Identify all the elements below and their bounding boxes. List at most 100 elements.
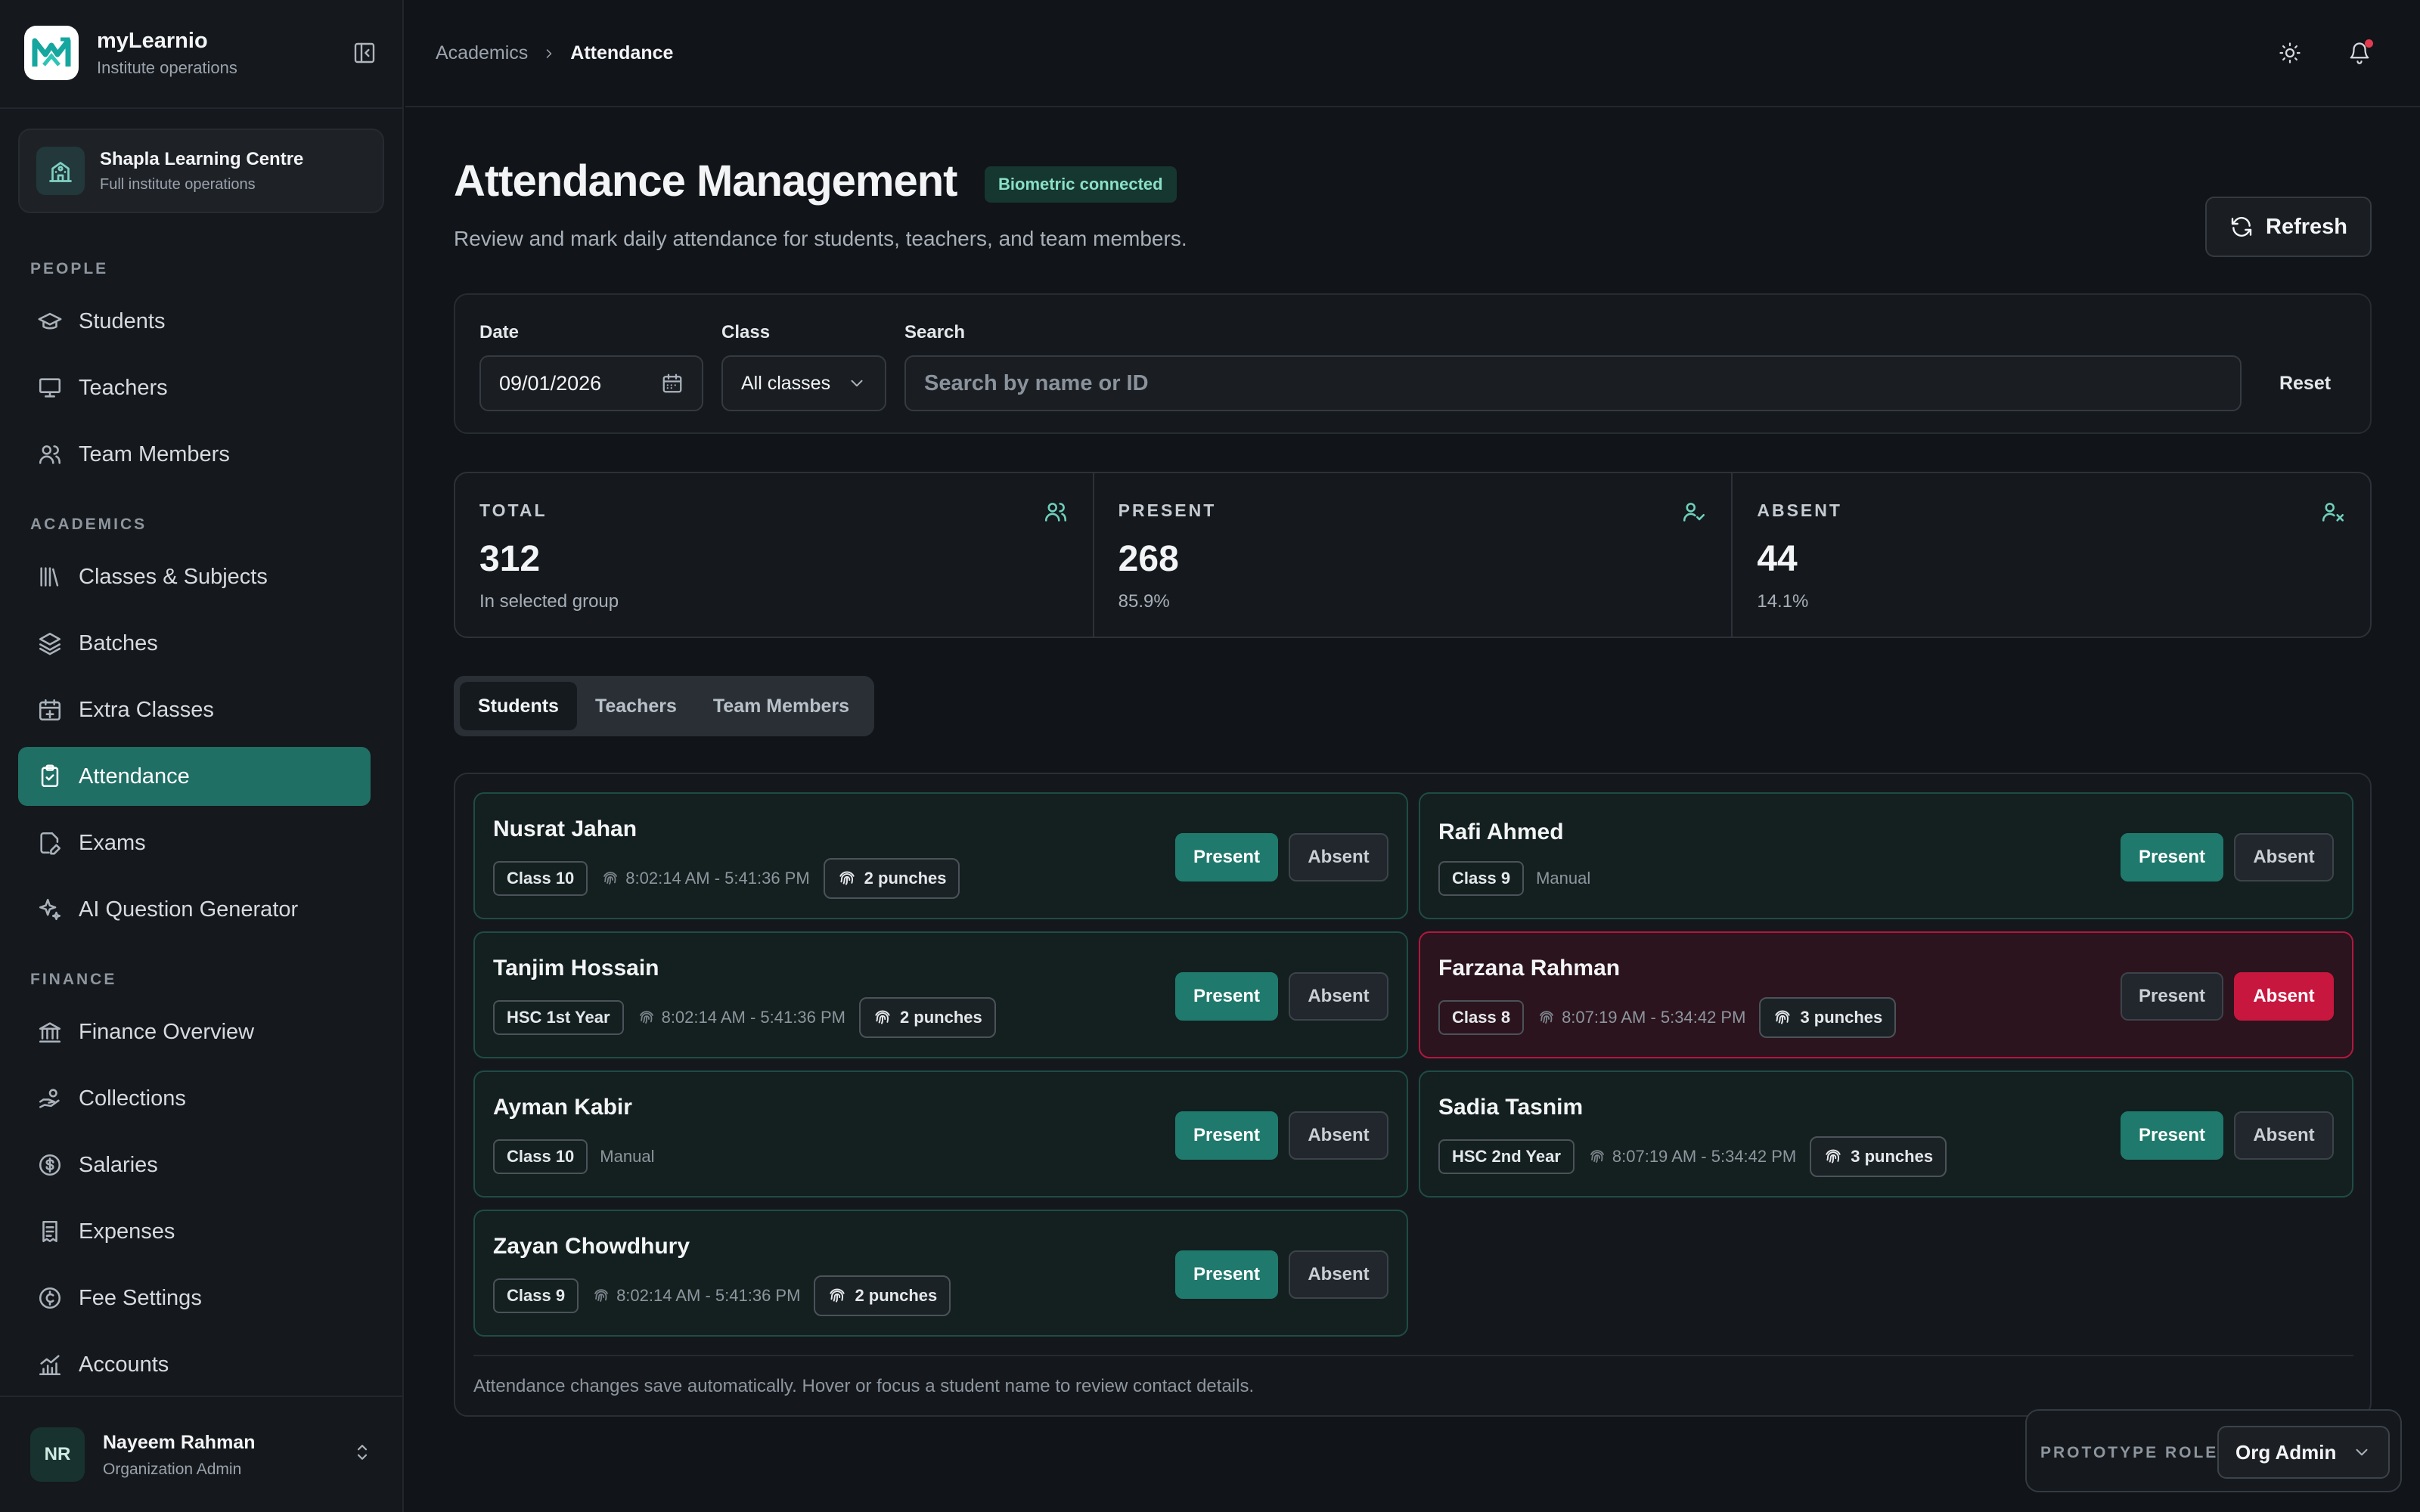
student-name[interactable]: Farzana Rahman: [1438, 956, 1620, 981]
tab-team-members[interactable]: Team Members: [695, 682, 867, 730]
sidebar-item-label: Team Members: [79, 442, 230, 466]
present-button[interactable]: Present: [1175, 1250, 1278, 1299]
sidebar-item-attendance[interactable]: Attendance: [18, 747, 371, 806]
theme-toggle-sun-icon[interactable]: [2275, 38, 2305, 68]
present-button[interactable]: Present: [1175, 833, 1278, 881]
sidebar-item-salaries[interactable]: Salaries: [18, 1136, 371, 1194]
absent-button[interactable]: Absent: [2234, 833, 2334, 881]
sidebar-item-fee-settings[interactable]: Fee Settings: [18, 1269, 371, 1328]
attendance-card: Farzana Rahman Class 8 8:07:19 AM - 5:34…: [1419, 931, 2353, 1058]
class-badge: Class 10: [493, 1139, 588, 1174]
student-name[interactable]: Nusrat Jahan: [493, 816, 637, 842]
class-select-value: All classes: [741, 372, 831, 394]
present-button[interactable]: Present: [2121, 1111, 2223, 1160]
fingerprint-icon: [839, 871, 855, 885]
status-badge: Biometric connected: [985, 166, 1177, 203]
brand-name: myLearnio: [97, 28, 208, 53]
punch-time: 8:07:19 AM - 5:34:42 PM: [1612, 1147, 1797, 1166]
fingerprint-icon: [1775, 1010, 1791, 1024]
tab-teachers[interactable]: Teachers: [577, 682, 695, 730]
badge-cent-icon: [36, 1284, 64, 1312]
punch-count-badge[interactable]: 2 punches: [858, 997, 996, 1038]
search-input[interactable]: Search by name or ID: [904, 355, 2242, 411]
search-label: Search: [904, 322, 966, 342]
student-name[interactable]: Sadia Tasnim: [1438, 1095, 1583, 1120]
present-button[interactable]: Present: [1175, 972, 1278, 1021]
attendance-card: Ayman Kabir Class 10 Manual Present Abse…: [473, 1070, 1408, 1198]
refresh-icon: [2231, 217, 2252, 237]
role-select[interactable]: Org Admin: [2217, 1426, 2390, 1479]
org-switcher[interactable]: Shapla Learning Centre Full institute op…: [18, 129, 384, 213]
sidebar-item-classes-subjects[interactable]: Classes & Subjects: [18, 547, 371, 606]
punch-count-badge[interactable]: 3 punches: [1810, 1136, 1947, 1177]
student-name[interactable]: Rafi Ahmed: [1438, 820, 1564, 845]
reset-button[interactable]: Reset: [2252, 361, 2358, 405]
present-button[interactable]: Present: [2121, 833, 2223, 881]
absent-button[interactable]: Absent: [1289, 972, 1388, 1021]
attendance-card: Tanjim Hossain HSC 1st Year 8:02:14 AM -…: [473, 931, 1408, 1058]
punch-count: 2 punches: [864, 869, 947, 888]
fingerprint-icon: [603, 872, 618, 885]
sidebar-collapse-icon[interactable]: [349, 38, 380, 68]
present-button[interactable]: Present: [2121, 972, 2223, 1021]
absent-button[interactable]: Absent: [2234, 1111, 2334, 1160]
breadcrumb-parent[interactable]: Academics: [436, 42, 528, 64]
absent-button[interactable]: Absent: [1289, 833, 1388, 881]
brand-logo-icon: [24, 26, 79, 80]
sidebar-item-label: Batches: [79, 631, 158, 655]
sidebar-item-collections[interactable]: Collections: [18, 1069, 371, 1128]
present-button[interactable]: Present: [1175, 1111, 1278, 1160]
class-badge: HSC 2nd Year: [1438, 1139, 1575, 1174]
absent-button[interactable]: Absent: [2234, 972, 2334, 1021]
attendance-card: Rafi Ahmed Class 9 Manual Present Absent: [1419, 792, 2353, 919]
student-name[interactable]: Tanjim Hossain: [493, 956, 659, 981]
stat-present: PRESENT 268 85.9%: [1094, 473, 1733, 637]
tab-students[interactable]: Students: [460, 682, 577, 730]
student-name[interactable]: Ayman Kabir: [493, 1095, 632, 1120]
school-building-icon: [36, 147, 85, 195]
student-name[interactable]: Zayan Chowdhury: [493, 1234, 690, 1259]
sidebar-item-teachers[interactable]: Teachers: [18, 358, 371, 417]
sidebar-item-students[interactable]: Students: [18, 292, 371, 351]
sidebar-item-batches[interactable]: Batches: [18, 614, 371, 673]
library-icon: [36, 563, 64, 590]
dollar-circle-icon: [36, 1151, 64, 1179]
prototype-role-switcher: PROTOTYPE ROLE Org Admin: [2025, 1409, 2402, 1492]
brand-subtitle: Institute operations: [97, 57, 237, 77]
sidebar-item-exams[interactable]: Exams: [18, 813, 371, 872]
fingerprint-icon: [830, 1288, 845, 1303]
layers-icon: [36, 630, 64, 657]
stat-note: 85.9%: [1118, 591, 1170, 612]
sidebar-item-team-members[interactable]: Team Members: [18, 425, 371, 484]
sidebar-item-accounts[interactable]: Accounts: [18, 1335, 371, 1394]
punch-count-badge[interactable]: 2 punches: [823, 858, 960, 899]
sidebar-item-expenses[interactable]: Expenses: [18, 1202, 371, 1261]
sidebar-item-extra-classes[interactable]: Extra Classes: [18, 680, 371, 739]
sidebar-item-label: Accounts: [79, 1352, 169, 1377]
punch-count-badge[interactable]: 2 punches: [814, 1275, 951, 1316]
calendar-icon[interactable]: [661, 372, 684, 395]
hand-coins-icon: [36, 1085, 64, 1112]
sidebar-item-label: Classes & Subjects: [79, 564, 268, 589]
sidebar-item-ai-question-generator[interactable]: AI Question Generator: [18, 880, 371, 939]
sidebar-divider: [0, 107, 404, 109]
attendance-card: Zayan Chowdhury Class 9 8:02:14 AM - 5:4…: [473, 1210, 1408, 1337]
punch-time: 8:02:14 AM - 5:41:36 PM: [616, 1286, 801, 1305]
user-menu[interactable]: NR Nayeem Rahman Organization Admin: [0, 1396, 404, 1512]
class-badge: Class 10: [493, 861, 588, 896]
refresh-button[interactable]: Refresh: [2205, 197, 2372, 257]
fingerprint-icon: [1540, 1011, 1553, 1024]
punch-count: 3 punches: [1800, 1008, 1883, 1027]
sidebar-item-label: Teachers: [79, 375, 168, 400]
class-select[interactable]: All classes: [721, 355, 886, 411]
punch-time: 8:07:19 AM - 5:34:42 PM: [1562, 1008, 1746, 1027]
sidebar-item-finance-overview[interactable]: Finance Overview: [18, 1002, 371, 1061]
stat-value: 268: [1118, 539, 1179, 579]
graduation-cap-icon: [36, 308, 64, 335]
date-field[interactable]: 09/01/2026: [479, 355, 703, 411]
absent-button[interactable]: Absent: [1289, 1111, 1388, 1160]
stats-summary: TOTAL 312 In selected group PRESENT 268 …: [454, 472, 2372, 638]
punch-count-badge[interactable]: 3 punches: [1759, 997, 1897, 1038]
bell-icon[interactable]: [2344, 38, 2375, 68]
absent-button[interactable]: Absent: [1289, 1250, 1388, 1299]
